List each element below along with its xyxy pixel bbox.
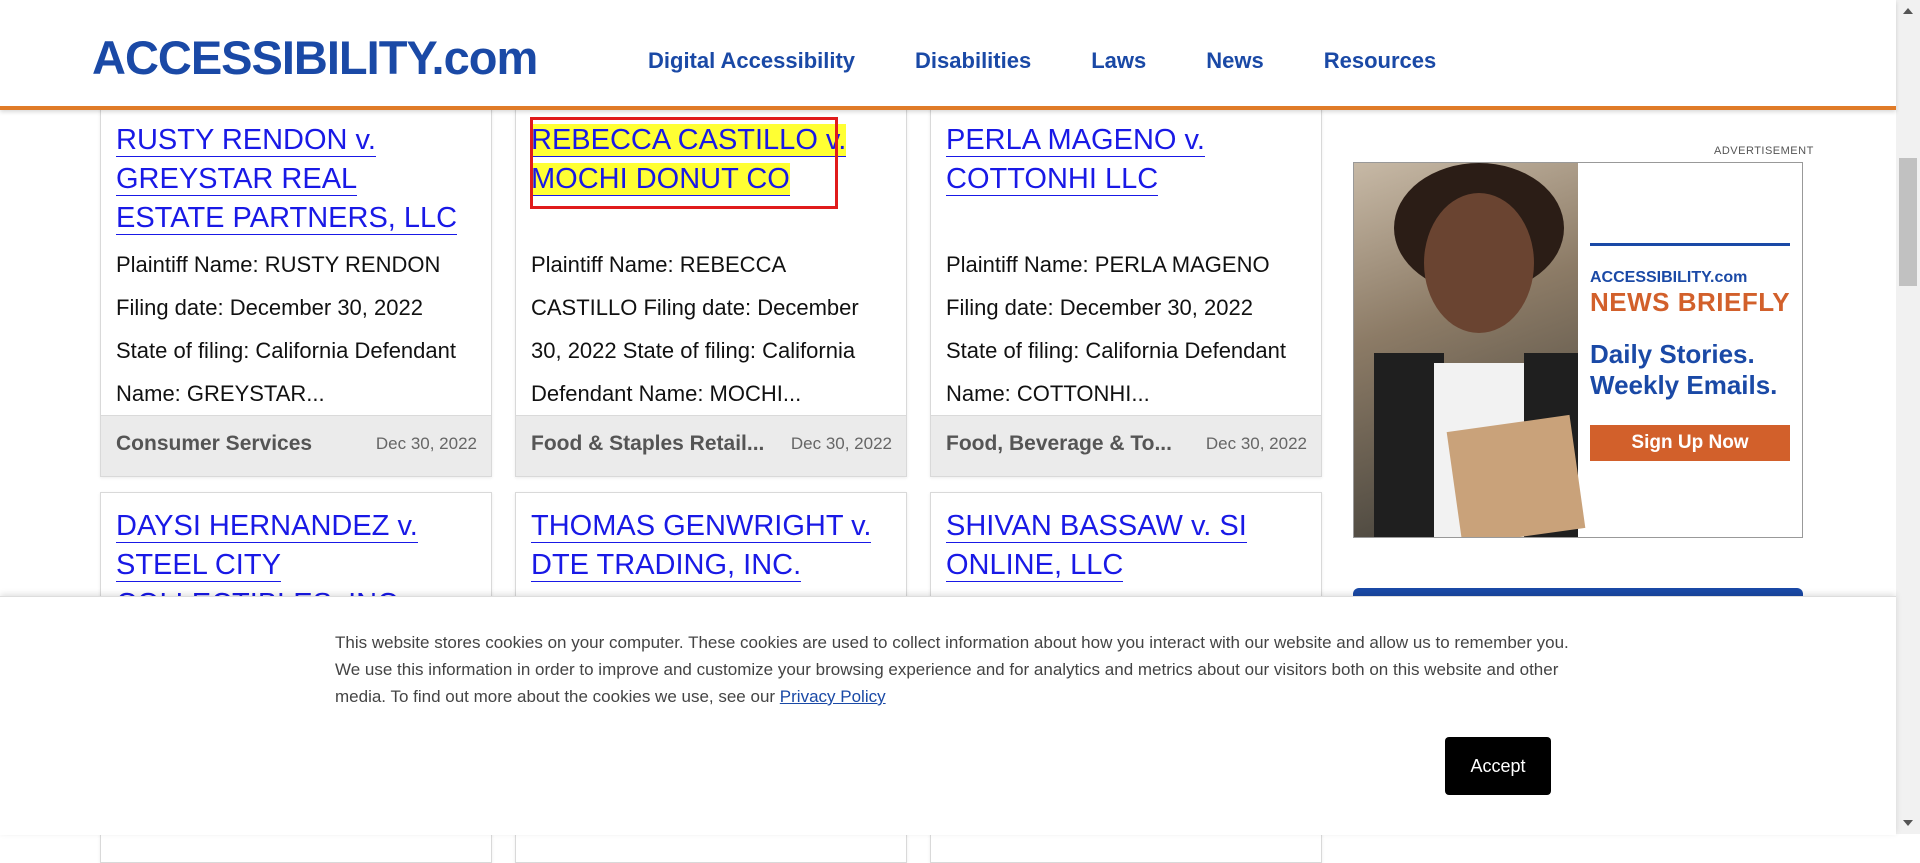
card-footer: Food & Staples Retail... Dec 30, 2022 xyxy=(516,415,906,476)
scroll-up-arrow-icon[interactable] xyxy=(1903,8,1913,14)
ad-label: ADVERTISEMENT xyxy=(1714,145,1814,157)
case-summary: Plaintiff Name: REBECCA CASTILLO Filing … xyxy=(531,252,859,406)
case-summary: Plaintiff Name: RUSTY RENDON Filing date… xyxy=(116,252,456,406)
case-card: RUSTY RENDON v. GREYSTAR REAL ESTATE PAR… xyxy=(100,106,492,477)
ad-photo xyxy=(1354,163,1586,537)
case-date: Dec 30, 2022 xyxy=(375,434,477,453)
newsletter-ad[interactable]: ACCESSIBILITY.com NEWS BRIEFLY Daily Sto… xyxy=(1353,162,1803,538)
case-title-link[interactable]: PERLA MAGENO v. COTTONHI LLC xyxy=(946,121,1301,199)
case-title-link[interactable]: RUSTY RENDON v. GREYSTAR REAL ESTATE PAR… xyxy=(116,121,471,238)
accept-cookies-button[interactable]: Accept xyxy=(1445,737,1551,795)
cookie-notice-text: This website stores cookies on your comp… xyxy=(335,633,1569,706)
nav-resources[interactable]: Resources xyxy=(1324,48,1437,74)
page-scrollbar[interactable] xyxy=(1896,0,1920,834)
case-card: PERLA MAGENO v. COTTONHI LLC Plaintiff N… xyxy=(930,106,1322,477)
card-footer: Consumer Services Dec 30, 2022 xyxy=(101,415,491,476)
ad-tagline: Daily Stories. Weekly Emails. xyxy=(1590,339,1778,400)
case-card: REBECCA CASTILLO v. MOCHI DONUT CO Plain… xyxy=(515,106,907,477)
nav-laws[interactable]: Laws xyxy=(1091,48,1146,74)
case-date: Dec 30, 2022 xyxy=(790,434,892,453)
case-date: Dec 30, 2022 xyxy=(1205,434,1307,453)
main-nav: Digital Accessibility Disabilities Laws … xyxy=(648,48,1436,74)
card-footer: Food, Beverage & To... Dec 30, 2022 xyxy=(931,415,1321,476)
case-category[interactable]: Consumer Services xyxy=(116,432,312,456)
privacy-policy-link[interactable]: Privacy Policy xyxy=(780,687,886,706)
case-category[interactable]: Food & Staples Retail... xyxy=(531,432,764,456)
nav-digital-accessibility[interactable]: Digital Accessibility xyxy=(648,48,855,74)
case-title-link[interactable]: THOMAS GENWRIGHT v. DTE TRADING, INC. xyxy=(531,507,886,585)
scroll-down-arrow-icon[interactable] xyxy=(1903,820,1913,826)
case-summary: Plaintiff Name: PERLA MAGENO Filing date… xyxy=(946,252,1286,406)
case-title-link[interactable]: REBECCA CASTILLO v. MOCHI DONUT CO xyxy=(531,121,886,199)
nav-news[interactable]: News xyxy=(1206,48,1263,74)
case-category[interactable]: Food, Beverage & To... xyxy=(946,432,1172,456)
cookie-banner: This website stores cookies on your comp… xyxy=(0,596,1896,835)
case-title-link[interactable]: SHIVAN BASSAW v. SI ONLINE, LLC xyxy=(946,507,1301,585)
site-logo[interactable]: ACCESSIBILITY.com xyxy=(92,31,538,84)
scroll-thumb[interactable] xyxy=(1899,158,1917,286)
ad-headline: NEWS BRIEFLY xyxy=(1590,287,1791,317)
ad-signup-button[interactable]: Sign Up Now xyxy=(1590,425,1790,461)
ad-rule xyxy=(1590,243,1790,246)
ad-brand: ACCESSIBILITY.com xyxy=(1590,269,1748,286)
nav-disabilities[interactable]: Disabilities xyxy=(915,48,1031,74)
site-header: ACCESSIBILITY.com Digital Accessibility … xyxy=(0,0,1896,110)
